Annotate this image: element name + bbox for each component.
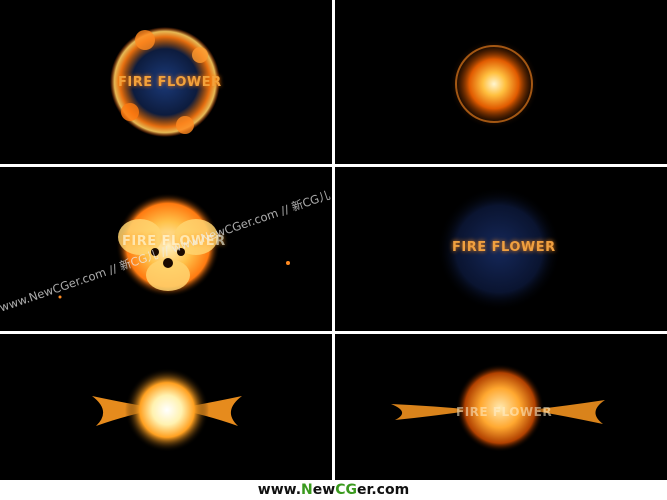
- footer-er: er: [356, 482, 372, 498]
- footer-ew: ew: [312, 482, 336, 498]
- video-frame-5: [0, 334, 332, 480]
- footer-cg: CG: [335, 482, 357, 498]
- footer-prefix: www.: [257, 482, 302, 498]
- video-frame-2: [335, 0, 667, 164]
- site-footer: www.NewCGer.com: [0, 480, 667, 500]
- frame4-title: FIRE FLOWER: [452, 240, 556, 255]
- frame-grid: FIRE FLOWER FIRE FLOWER FIRE FLOWER FIRE…: [0, 0, 667, 480]
- fire-wings-graphic: [92, 368, 242, 452]
- footer-n: N: [301, 482, 313, 498]
- frame6-title: FIRE FLOWER: [456, 405, 553, 419]
- footer-suffix: .com: [371, 482, 410, 498]
- frame1-title: FIRE FLOWER: [118, 75, 222, 90]
- fire-burst-graphic: [449, 39, 539, 129]
